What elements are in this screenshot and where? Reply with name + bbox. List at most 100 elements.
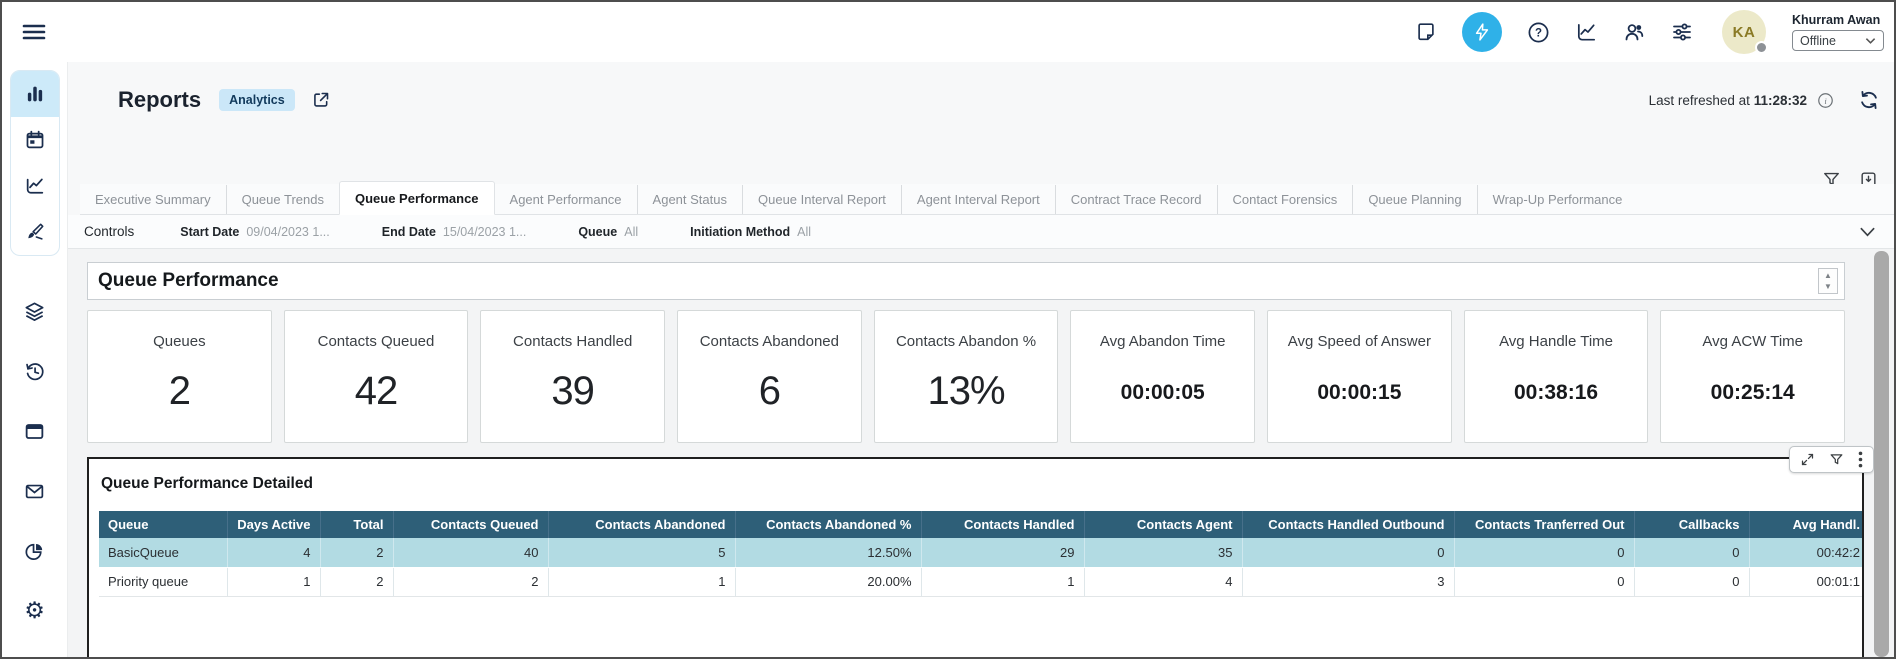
table-wrap: QueueDays ActiveTotalContacts QueuedCont… xyxy=(99,511,1862,597)
sidebar-item-analytics-pie[interactable] xyxy=(11,528,59,574)
design-brush-icon xyxy=(24,221,46,243)
user-name: Khurram Awan xyxy=(1792,13,1884,27)
kpi-label: Contacts Handled xyxy=(481,333,664,350)
queue-performance-table: QueueDays ActiveTotalContacts QueuedCont… xyxy=(99,511,1862,597)
vertical-scrollbar[interactable] xyxy=(1874,251,1889,657)
controls-collapse-chevron-icon[interactable] xyxy=(1859,226,1876,238)
table-row-priority-queue[interactable]: Priority queue122120.00%1430000:01:1 xyxy=(99,567,1862,596)
sidebar-item-mail[interactable] xyxy=(11,468,59,514)
kpi-value: 39 xyxy=(481,369,664,414)
kpi-label: Avg Handle Time xyxy=(1465,333,1648,350)
tab-contact-forensics[interactable]: Contact Forensics xyxy=(1217,185,1353,214)
page-header: Reports Analytics Last refreshed at 11:2… xyxy=(118,78,1880,122)
line-chart-icon xyxy=(24,175,46,197)
controls-title: Controls xyxy=(84,224,134,239)
refresh-icon[interactable] xyxy=(1858,89,1880,111)
kpi-card-contacts-handled: Contacts Handled 39 xyxy=(480,310,665,443)
sliders-icon[interactable] xyxy=(1670,20,1694,44)
tab-queue-performance[interactable]: Queue Performance xyxy=(339,181,495,215)
control-initiation-method[interactable]: Initiation MethodAll xyxy=(690,225,811,239)
kpi-value: 6 xyxy=(678,369,861,414)
sidebar-item-metrics[interactable] xyxy=(11,163,59,209)
column-header-contacts-handled-outbound[interactable]: Contacts Handled Outbound xyxy=(1242,511,1454,538)
svg-text:?: ? xyxy=(1534,27,1541,39)
cell: 2 xyxy=(393,567,548,596)
tab-executive-summary[interactable]: Executive Summary xyxy=(80,185,226,214)
kpi-card-avg-speed-of-answer: Avg Speed of Answer00:00:15 xyxy=(1267,310,1452,443)
column-header-total[interactable]: Total xyxy=(320,511,393,538)
sidebar-item-history[interactable] xyxy=(11,348,59,394)
sidebar-item-flows[interactable] xyxy=(11,288,59,334)
kpi-card-avg-handle-time: Avg Handle Time00:38:16 xyxy=(1464,310,1649,443)
control-value: 09/04/2023 1... xyxy=(246,225,329,239)
info-icon[interactable]: i xyxy=(1817,92,1834,109)
detail-table-panel: Queue Performance Detailed QueueDays Act… xyxy=(87,457,1864,657)
help-icon[interactable]: ? xyxy=(1526,20,1550,44)
column-header-days-active[interactable]: Days Active xyxy=(227,511,320,538)
cell: 35 xyxy=(1084,538,1242,567)
column-header-contacts-agent[interactable]: Contacts Agent xyxy=(1084,511,1242,538)
cell: 2 xyxy=(320,538,393,567)
notes-icon[interactable] xyxy=(1414,20,1438,44)
table-filter-funnel-icon[interactable] xyxy=(1829,452,1844,467)
column-header-contacts-handled[interactable]: Contacts Handled xyxy=(921,511,1084,538)
column-header-contacts-abandoned[interactable]: Contacts Abandoned xyxy=(548,511,735,538)
control-label: Initiation Method xyxy=(690,225,790,239)
sidebar-item-browser[interactable] xyxy=(11,408,59,454)
column-header-contacts-abandoned[interactable]: Contacts Abandoned % xyxy=(735,511,921,538)
column-header-callbacks[interactable]: Callbacks xyxy=(1634,511,1749,538)
kpi-label: Contacts Queued xyxy=(285,333,468,350)
tab-agent-performance[interactable]: Agent Performance xyxy=(495,185,637,214)
tab-wrap-up-performance[interactable]: Wrap-Up Performance xyxy=(1477,185,1638,214)
tab-queue-interval-report[interactable]: Queue Interval Report xyxy=(742,185,901,214)
control-end-date[interactable]: End Date15/04/2023 1... xyxy=(382,225,527,239)
tab-queue-planning[interactable]: Queue Planning xyxy=(1352,185,1476,214)
hamburger-menu-icon[interactable] xyxy=(20,18,48,46)
tab-agent-interval-report[interactable]: Agent Interval Report xyxy=(901,185,1055,214)
kebab-menu-icon[interactable] xyxy=(1858,451,1863,468)
user-avatar[interactable]: KA xyxy=(1722,10,1766,54)
table-row-basicqueue[interactable]: BasicQueue4240512.50%293500000:42:2 xyxy=(99,538,1862,567)
sidebar: ⚙ xyxy=(2,62,68,657)
section-header: Queue Performance ▲ ▼ xyxy=(87,262,1845,300)
calendar-icon xyxy=(24,129,46,151)
agents-icon[interactable] xyxy=(1622,20,1646,44)
cell: 1 xyxy=(548,567,735,596)
control-start-date[interactable]: Start Date 09/04/2023 1... xyxy=(180,225,329,239)
control-label: Start Date xyxy=(180,225,239,239)
section-spinner-control[interactable]: ▲ ▼ xyxy=(1818,268,1838,294)
cell: Priority queue xyxy=(99,567,227,596)
cell: 00:01:1 xyxy=(1749,567,1862,596)
layers-icon xyxy=(23,300,46,323)
top-bar: ? KA xyxy=(2,2,1894,62)
lightning-icon[interactable] xyxy=(1462,12,1502,52)
user-info: Khurram Awan Offline xyxy=(1792,13,1884,51)
cell: 00:42:2 xyxy=(1749,538,1862,567)
column-header-contacts-queued[interactable]: Contacts Queued xyxy=(393,511,548,538)
tab-agent-status[interactable]: Agent Status xyxy=(637,185,742,214)
column-header-contacts-tranferred-out[interactable]: Contacts Tranferred Out xyxy=(1454,511,1634,538)
cell: 40 xyxy=(393,538,548,567)
metrics-icon[interactable] xyxy=(1574,20,1598,44)
main-content: Reports Analytics Last refreshed at 11:2… xyxy=(68,62,1894,657)
tab-contract-trace-record[interactable]: Contract Trace Record xyxy=(1055,185,1217,214)
sidebar-item-reports[interactable] xyxy=(11,71,59,117)
tab-queue-trends[interactable]: Queue Trends xyxy=(226,185,339,214)
sidebar-item-settings[interactable]: ⚙ xyxy=(11,588,59,634)
kpi-card-contacts-abandoned: Contacts Abandoned6 xyxy=(677,310,862,443)
sidebar-item-design[interactable] xyxy=(11,209,59,255)
external-link-icon[interactable] xyxy=(311,90,331,110)
column-header-queue[interactable]: Queue xyxy=(99,511,227,538)
control-label: Queue xyxy=(578,225,617,239)
sidebar-item-calendar[interactable] xyxy=(11,117,59,163)
kpi-card-avg-abandon-time: Avg Abandon Time00:00:05 xyxy=(1070,310,1255,443)
control-queue[interactable]: QueueAll xyxy=(578,225,638,239)
column-header-avg-handl[interactable]: Avg Handl. xyxy=(1749,511,1862,538)
kpi-label: Avg ACW Time xyxy=(1661,333,1844,350)
expand-icon[interactable] xyxy=(1800,452,1815,467)
cell: 4 xyxy=(227,538,320,567)
status-select[interactable]: Offline xyxy=(1792,30,1884,51)
controls-bar: Controls Start Date 09/04/2023 1... End Da… xyxy=(68,215,1894,249)
cell: BasicQueue xyxy=(99,538,227,567)
analytics-badge: Analytics xyxy=(219,89,295,111)
